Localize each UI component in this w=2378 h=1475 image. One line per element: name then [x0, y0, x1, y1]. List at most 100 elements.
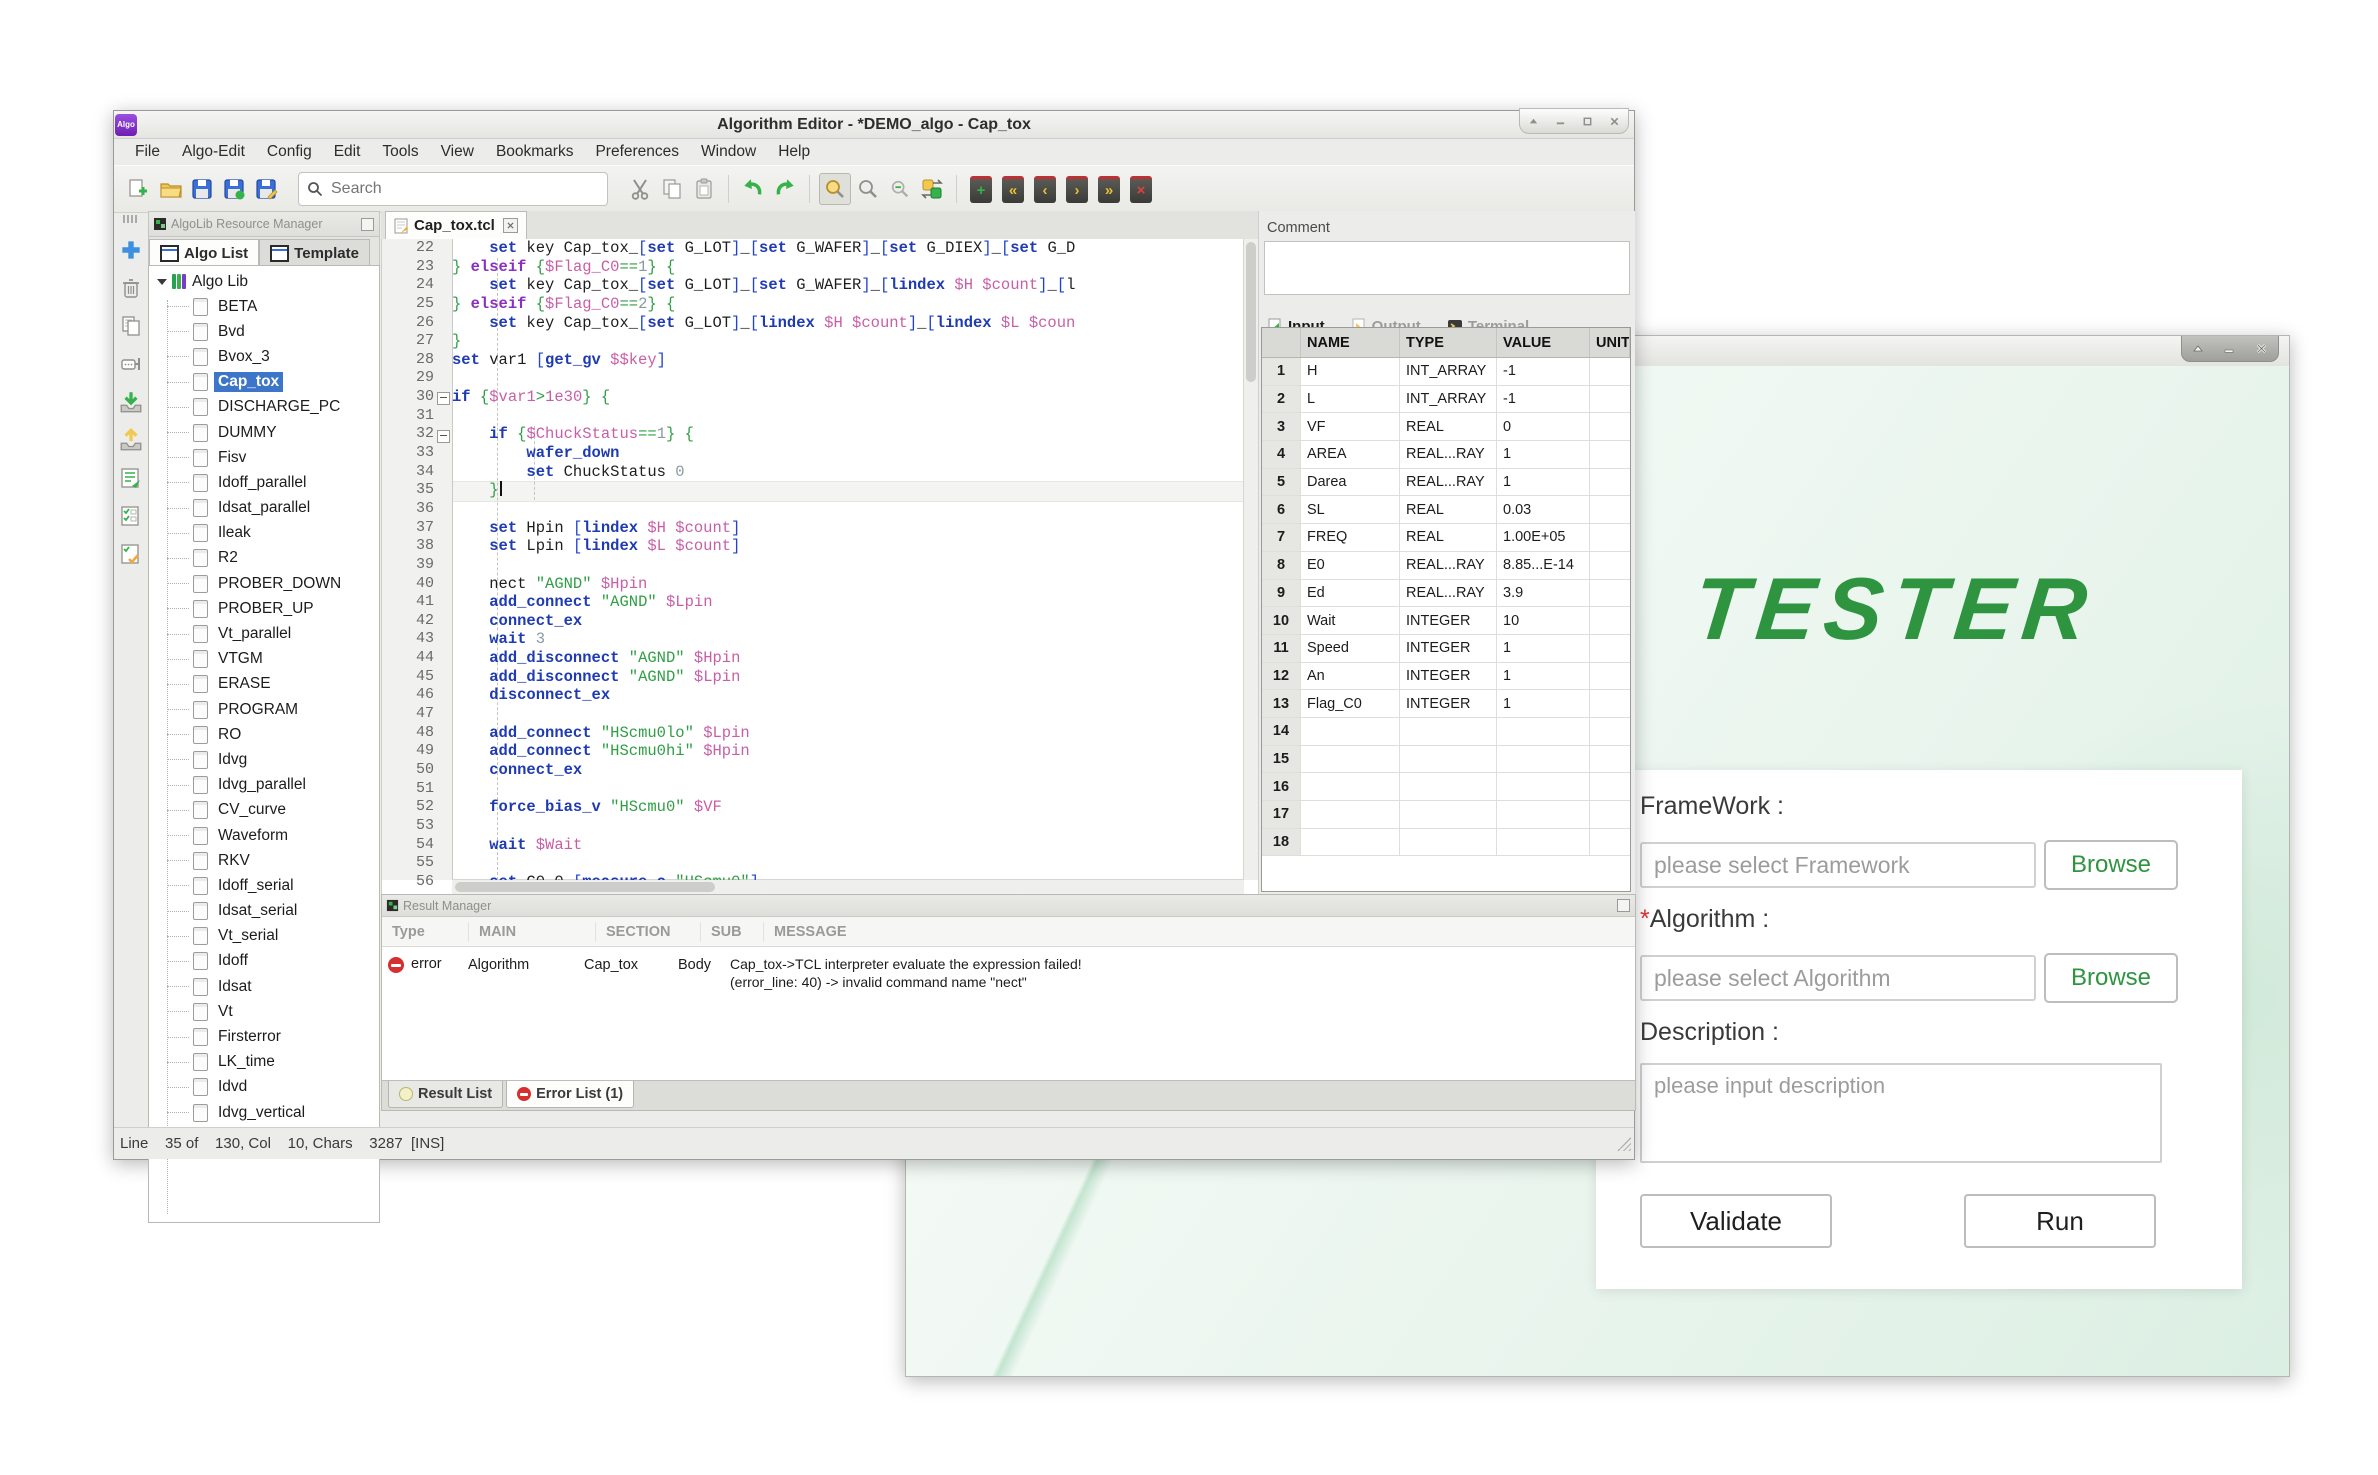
- code-line-34[interactable]: set ChuckStatus 0: [452, 463, 1244, 482]
- tree-item-beta[interactable]: BETA: [149, 294, 379, 319]
- tree-item-prober-up[interactable]: PROBER_UP: [149, 596, 379, 621]
- find-highlight-icon[interactable]: [819, 173, 851, 205]
- tree-item-erase[interactable]: ERASE: [149, 672, 379, 697]
- input-table-row[interactable]: 2LINT_ARRAY-1: [1262, 386, 1630, 414]
- code-line-56[interactable]: set C0_0 [measure_c "HScmu0"]: [452, 873, 1244, 880]
- tree-item-idvd[interactable]: Idvd: [149, 1075, 379, 1100]
- code-line-55[interactable]: [452, 854, 1244, 873]
- input-table-row[interactable]: 15: [1262, 746, 1630, 774]
- tree-item-lk-time[interactable]: LK_time: [149, 1050, 379, 1075]
- tree-item-vtgm[interactable]: VTGM: [149, 647, 379, 672]
- input-table-row[interactable]: 13Flag_C0INTEGER1: [1262, 690, 1630, 718]
- code-line-49[interactable]: add_connect "HScmu0hi" $Hpin: [452, 742, 1244, 761]
- tree-item-idoff-serial[interactable]: Idoff_serial: [149, 873, 379, 898]
- close-icon[interactable]: [2255, 342, 2268, 355]
- framework-browse-button[interactable]: Browse: [2044, 840, 2178, 890]
- algorithm-browse-button[interactable]: Browse: [2044, 953, 2178, 1003]
- tree-item-ileak[interactable]: Ileak: [149, 521, 379, 546]
- vertical-scrollbar-thumb[interactable]: [1246, 242, 1256, 382]
- tree-item-vt-parallel[interactable]: Vt_parallel: [149, 621, 379, 646]
- menu-item-view[interactable]: View: [430, 143, 485, 161]
- input-table-row[interactable]: 11SpeedINTEGER1: [1262, 635, 1630, 663]
- menu-item-config[interactable]: Config: [256, 143, 323, 161]
- input-table-row[interactable]: 6SLREAL0.03: [1262, 496, 1630, 524]
- shade-window-icon[interactable]: [1528, 116, 1539, 127]
- check-syntax-icon[interactable]: [117, 540, 145, 568]
- tab-algo-list[interactable]: Algo List: [149, 239, 259, 267]
- comment-input[interactable]: [1264, 241, 1630, 295]
- check-items-icon[interactable]: [117, 502, 145, 530]
- input-table-row[interactable]: 9EdREAL...RAY3.9: [1262, 580, 1630, 608]
- find-icon[interactable]: [853, 174, 883, 204]
- tree-item-ro[interactable]: RO: [149, 722, 379, 747]
- input-table-row[interactable]: 10WaitINTEGER10: [1262, 607, 1630, 635]
- horizontal-scrollbar-thumb[interactable]: [455, 882, 715, 892]
- undo-icon[interactable]: [738, 174, 768, 204]
- tree-item-rkv[interactable]: RKV: [149, 848, 379, 873]
- code-line-39[interactable]: [452, 556, 1244, 575]
- code-line-43[interactable]: wait 3: [452, 630, 1244, 649]
- redo-icon[interactable]: [770, 174, 800, 204]
- maximize-icon[interactable]: [1582, 116, 1593, 127]
- code-line-26[interactable]: set key Cap_tox_[set G_LOT]_[lindex $H $…: [452, 314, 1244, 333]
- find-previous-icon[interactable]: [885, 174, 915, 204]
- clear-bookmarks-icon[interactable]: ×: [1126, 174, 1156, 204]
- copy-icon[interactable]: [657, 174, 687, 204]
- tree-item-vt[interactable]: Vt: [149, 999, 379, 1024]
- code-line-28[interactable]: set var1 [get_gv $$key]: [452, 351, 1244, 370]
- code-line-48[interactable]: add_connect "HScmu0lo" $Lpin: [452, 724, 1244, 743]
- import-algorithm-icon[interactable]: [117, 388, 145, 416]
- tree-item-idoff[interactable]: Idoff: [149, 949, 379, 974]
- tab-cap-tox-tcl[interactable]: Cap_tox.tcl: [385, 211, 527, 239]
- code-editor-area[interactable]: 2223242526272829303132333435363738394041…: [381, 239, 1258, 894]
- code-line-35[interactable]: }: [452, 481, 1244, 500]
- code-line-44[interactable]: add_disconnect "AGND" $Hpin: [452, 649, 1244, 668]
- tree-item-waveform[interactable]: Waveform: [149, 823, 379, 848]
- editor-titlebar[interactable]: Algo Algorithm Editor - *DEMO_algo - Cap…: [114, 111, 1634, 139]
- rename-algorithm-icon[interactable]: [117, 350, 145, 378]
- search-input[interactable]: [329, 179, 573, 199]
- next-bookmark-icon[interactable]: ›: [1062, 174, 1092, 204]
- tree-item-cap-tox[interactable]: Cap_tox: [149, 370, 379, 395]
- code-line-41[interactable]: add_connect "AGND" $Lpin: [452, 593, 1244, 612]
- menu-item-tools[interactable]: Tools: [371, 143, 429, 161]
- find-replace-icon[interactable]: [917, 174, 947, 204]
- code-line-25[interactable]: } elseif {$Flag_C0==2} {: [452, 295, 1244, 314]
- delete-algorithm-icon[interactable]: [117, 274, 145, 302]
- shade-window-icon[interactable]: [2192, 343, 2204, 355]
- result-error-row[interactable]: error Algorithm Cap_tox Body Cap_tox->TC…: [382, 947, 1635, 991]
- input-table-row[interactable]: 8E0REAL...RAY8.85...E-14: [1262, 552, 1630, 580]
- code-line-38[interactable]: set Lpin [lindex $L $count]: [452, 537, 1244, 556]
- tree-item-idoff-parallel[interactable]: Idoff_parallel: [149, 470, 379, 495]
- menu-item-window[interactable]: Window: [690, 143, 767, 161]
- validate-button[interactable]: Validate: [1640, 1194, 1832, 1248]
- framework-input[interactable]: [1640, 842, 2036, 888]
- add-algorithm-icon[interactable]: [117, 236, 145, 264]
- code-line-40[interactable]: nect "AGND" $Hpin: [452, 575, 1244, 594]
- code-line-47[interactable]: [452, 705, 1244, 724]
- code-line-33[interactable]: wafer_down: [452, 444, 1244, 463]
- tree-item-idsat-serial[interactable]: Idsat_serial: [149, 899, 379, 924]
- validate-list-icon[interactable]: [117, 464, 145, 492]
- input-table-row[interactable]: 7FREQREAL1.00E+05: [1262, 524, 1630, 552]
- tree-item-idvg-parallel[interactable]: Idvg_parallel: [149, 773, 379, 798]
- description-textarea[interactable]: [1640, 1063, 2162, 1163]
- tree-item-bvd[interactable]: Bvd: [149, 319, 379, 344]
- input-table-row[interactable]: 4AREAREAL...RAY1: [1262, 441, 1630, 469]
- tree-item-firsterror[interactable]: Firsterror: [149, 1024, 379, 1049]
- code-line-30[interactable]: if {$var1>1e30} {: [452, 388, 1244, 407]
- code-line-27[interactable]: }: [452, 332, 1244, 351]
- tree-item-vt-serial[interactable]: Vt_serial: [149, 924, 379, 949]
- code-lines[interactable]: set key Cap_tox_[set G_LOT]_[set G_WAFER…: [452, 239, 1244, 880]
- code-line-37[interactable]: set Hpin [lindex $H $count]: [452, 519, 1244, 538]
- menu-item-help[interactable]: Help: [767, 143, 821, 161]
- collapse-panel-icon[interactable]: [361, 218, 374, 231]
- fold-marker-icon[interactable]: [437, 392, 450, 405]
- minimize-icon[interactable]: [1555, 116, 1566, 127]
- maximize-panel-icon[interactable]: [1617, 899, 1630, 912]
- fold-marker-icon[interactable]: [437, 430, 450, 443]
- open-file-icon[interactable]: [155, 174, 185, 204]
- code-line-42[interactable]: connect_ex: [452, 612, 1244, 631]
- tree-item-cv-curve[interactable]: CV_curve: [149, 798, 379, 823]
- export-algorithm-icon[interactable]: [117, 426, 145, 454]
